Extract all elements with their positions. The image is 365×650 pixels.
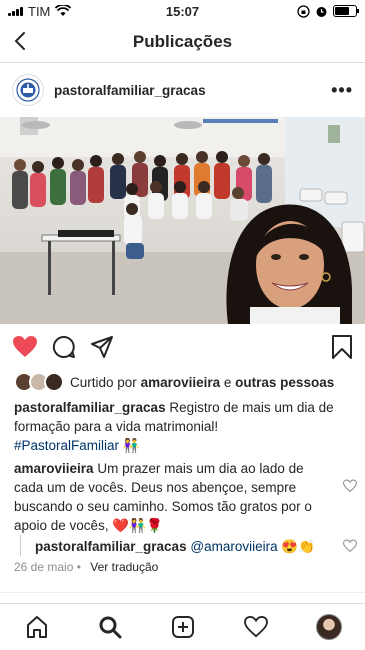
comment-reply: pastoralfamiliar_gracas @amaroviieira 😍👏: [20, 535, 365, 556]
wifi-icon: [55, 5, 72, 16]
reply-emoji: 😍👏: [281, 539, 315, 554]
liker-avatars: [14, 372, 64, 392]
post-photo[interactable]: [0, 117, 365, 324]
meta-separator: •: [76, 560, 81, 574]
comment: amaroviieira Um prazer mais um dia ao la…: [0, 455, 365, 535]
status-bar: TIM 15:07: [0, 0, 365, 22]
lock-rotation-icon: [297, 4, 310, 18]
more-options-icon[interactable]: •••: [331, 80, 353, 101]
comment-icon[interactable]: [52, 335, 76, 359]
caption-emoji: 👫: [122, 438, 140, 453]
profile-tab[interactable]: [315, 614, 342, 640]
comment-username[interactable]: amaroviieira: [14, 461, 94, 476]
bottom-tab-bar: [0, 603, 365, 650]
share-send-icon[interactable]: [90, 335, 114, 359]
post-header: pastoralfamiliar_gracas •••: [0, 63, 365, 117]
activity-heart-icon[interactable]: [243, 614, 269, 640]
likes-others[interactable]: outras pessoas: [235, 375, 334, 390]
like-heart-icon[interactable]: [12, 335, 38, 359]
bookmark-icon[interactable]: [331, 334, 353, 360]
group-photo-image: [0, 117, 365, 324]
comment-emoji: ❤️👫🌹: [112, 518, 163, 533]
likes-conj: e: [223, 374, 232, 390]
page-title: Publicações: [132, 32, 233, 51]
new-post-icon[interactable]: [170, 614, 196, 640]
chevron-left-icon[interactable]: [10, 30, 32, 52]
post-meta: 26 de maio • Ver tradução: [0, 556, 365, 578]
liker-username[interactable]: amaroviieira: [141, 375, 221, 390]
carrier-label: TIM: [28, 3, 51, 19]
post-date: 26 de maio: [14, 560, 74, 574]
reply-like-icon[interactable]: [343, 539, 357, 553]
reply-mention[interactable]: @amaroviieira: [190, 539, 277, 554]
caption-hashtag[interactable]: #PastoralFamiliar: [14, 438, 119, 453]
top-nav-bar: Publicações: [0, 22, 365, 63]
alarm-icon: [316, 6, 327, 17]
home-icon[interactable]: [24, 614, 50, 640]
battery-icon: [333, 5, 359, 17]
liker-avatar: [44, 372, 64, 392]
reply-username[interactable]: pastoralfamiliar_gracas: [35, 539, 187, 554]
caption-username[interactable]: pastoralfamiliar_gracas: [14, 400, 166, 415]
account-avatar[interactable]: [12, 74, 44, 106]
parish-logo-icon: [16, 78, 40, 102]
search-icon[interactable]: [97, 614, 123, 640]
comment-like-icon[interactable]: [343, 479, 357, 493]
likes-prefix: Curtido por: [70, 374, 137, 390]
signal-icon: [8, 6, 23, 16]
post-username[interactable]: pastoralfamiliar_gracas: [54, 83, 331, 98]
post-caption: pastoralfamiliar_gracas Registro de mais…: [0, 394, 365, 455]
profile-avatar: [315, 614, 342, 640]
see-translation-link[interactable]: Ver tradução: [90, 560, 158, 574]
likes-row[interactable]: Curtido por amaroviieira e outras pessoa…: [0, 370, 365, 394]
post-actions: [0, 324, 365, 370]
